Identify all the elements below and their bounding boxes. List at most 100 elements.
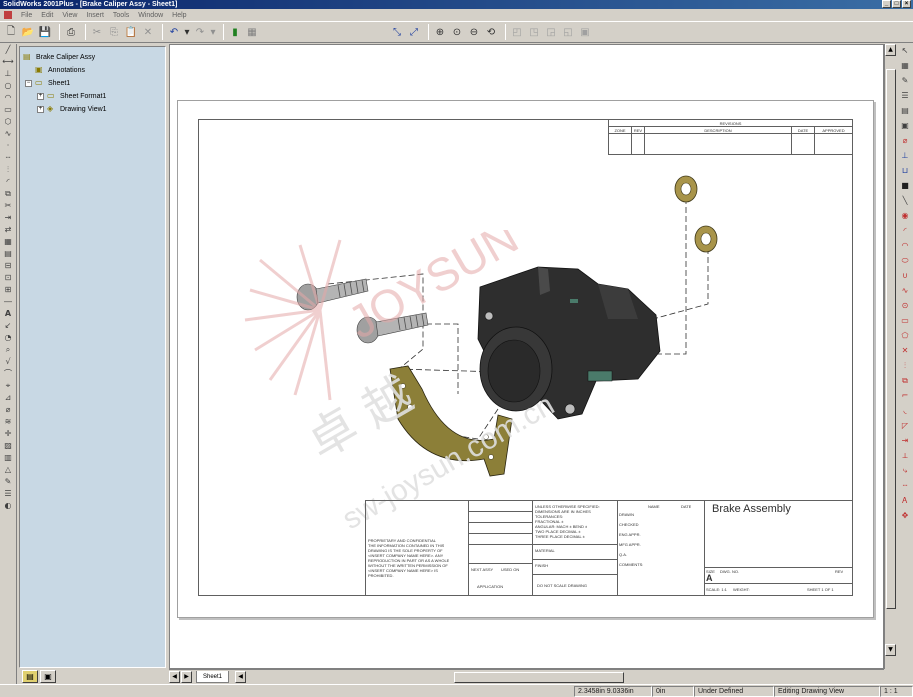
washer-1[interactable] bbox=[674, 175, 698, 203]
copy-icon[interactable]: ⎘ bbox=[107, 25, 121, 39]
split-icon[interactable]: ⟂ bbox=[899, 449, 912, 463]
polygon-icon[interactable]: ⬠ bbox=[899, 329, 912, 343]
view-top-icon[interactable]: ◳ bbox=[527, 25, 541, 39]
menu-edit[interactable]: Edit bbox=[41, 12, 53, 19]
arc-icon[interactable]: ◜ bbox=[899, 224, 912, 238]
section-tool-icon[interactable]: ⊟ bbox=[2, 260, 15, 271]
feature-manager-tab-icon[interactable]: ▤ bbox=[22, 670, 38, 683]
first-sheet-icon[interactable]: ◀ bbox=[169, 671, 180, 683]
line-icon[interactable]: ╲ bbox=[899, 194, 912, 208]
horizontal-scrollbar[interactable]: ◀ ▶ Sheet1 ◀ bbox=[169, 669, 884, 684]
note-tool-icon[interactable]: ✎ bbox=[2, 476, 15, 487]
text-icon[interactable]: Ꭺ bbox=[899, 494, 912, 508]
block-tool-icon[interactable]: ▤ bbox=[2, 248, 15, 259]
parabola-icon[interactable]: ∪ bbox=[899, 269, 912, 283]
menu-tools[interactable]: Tools bbox=[113, 12, 129, 19]
view-right-icon[interactable]: ◲ bbox=[544, 25, 558, 39]
move-icon[interactable]: ✥ bbox=[899, 509, 912, 523]
print-icon[interactable]: ⎙ bbox=[64, 25, 78, 39]
collapse-icon[interactable]: − bbox=[25, 79, 32, 87]
undo-icon[interactable]: ↶ bbox=[167, 25, 181, 39]
area-hatch-tool-icon[interactable]: ▨ bbox=[2, 440, 15, 451]
point-tool-icon[interactable]: · bbox=[2, 140, 15, 151]
rotate-icon[interactable]: ⟲ bbox=[484, 25, 498, 39]
trim-tool-icon[interactable]: ✂ bbox=[2, 200, 15, 211]
menu-file[interactable]: File bbox=[21, 12, 32, 19]
menu-view[interactable]: View bbox=[62, 12, 77, 19]
sketch-icon[interactable]: ✎ bbox=[899, 74, 912, 88]
trim-icon[interactable]: ⌐ bbox=[899, 389, 912, 403]
circle-icon[interactable]: ◉ bbox=[899, 209, 912, 223]
appearance-tool-icon[interactable]: ◐ bbox=[2, 500, 15, 511]
grid-tool-icon[interactable]: ▦ bbox=[2, 236, 15, 247]
delete-icon[interactable]: ✕ bbox=[141, 25, 155, 39]
convert-icon[interactable]: ⤷ bbox=[899, 464, 912, 478]
next-sheet-icon[interactable]: ▶ bbox=[181, 671, 192, 683]
rectangle-tool-icon[interactable]: ▭ bbox=[2, 104, 15, 115]
balloon-tool-icon[interactable]: ◔ bbox=[2, 332, 15, 343]
convert-tool-icon[interactable]: ⇄ bbox=[2, 224, 15, 235]
tree-item-annotations[interactable]: ▣ Annotations bbox=[35, 64, 85, 76]
zoom-area-icon[interactable]: ⊙ bbox=[450, 25, 464, 39]
layer-tool-icon[interactable]: ☰ bbox=[2, 488, 15, 499]
select-tool-icon[interactable]: ↖ bbox=[899, 44, 912, 58]
revision-tool-icon[interactable]: △ bbox=[2, 464, 15, 475]
dimension-tool-icon[interactable]: ⟷ bbox=[2, 56, 15, 67]
offset-tool-icon[interactable]: ⧉ bbox=[2, 188, 15, 199]
mirror-tool-icon[interactable]: ⫶ bbox=[2, 164, 15, 175]
tree-item-sheet-format[interactable]: + ▭ Sheet Format1 bbox=[37, 90, 106, 102]
spline-icon[interactable]: ∿ bbox=[899, 284, 912, 298]
property-manager-tab-icon[interactable]: ▣ bbox=[40, 670, 56, 683]
offset-icon[interactable]: ⧉ bbox=[899, 374, 912, 388]
line-tool-icon[interactable]: ╱ bbox=[2, 44, 15, 55]
redo-dropdown-icon[interactable]: ▾ bbox=[210, 25, 216, 39]
rectangle-icon[interactable]: ▭ bbox=[899, 314, 912, 328]
rebuild-icon[interactable]: ▮ bbox=[228, 25, 242, 39]
scroll-up-icon[interactable]: ▲ bbox=[885, 44, 896, 56]
grid-icon[interactable]: ▦ bbox=[899, 59, 912, 73]
weld-tool-icon[interactable]: ⌒ bbox=[2, 368, 15, 379]
text-tool-icon[interactable]: A bbox=[2, 308, 15, 319]
ordinate-icon[interactable]: ⊥ bbox=[899, 149, 912, 163]
spline-tool-icon[interactable]: ∿ bbox=[2, 128, 15, 139]
maximize-button[interactable]: □ bbox=[892, 0, 901, 8]
properties-icon[interactable]: ▤ bbox=[899, 104, 912, 118]
vertical-scrollbar[interactable]: ▲ ▼ bbox=[884, 44, 896, 669]
new-icon[interactable]: 🗋 bbox=[4, 25, 18, 39]
view-tool-icon[interactable]: ⊡ bbox=[2, 272, 15, 283]
menu-window[interactable]: Window bbox=[138, 12, 163, 19]
center-mark-tool-icon[interactable]: ✛ bbox=[2, 428, 15, 439]
polygon-tool-icon[interactable]: ⬡ bbox=[2, 116, 15, 127]
sheet-tab[interactable]: Sheet1 bbox=[196, 671, 230, 683]
arc-tool-icon[interactable]: ◠ bbox=[2, 92, 15, 103]
fillet-tool-icon[interactable]: ◜ bbox=[2, 176, 15, 187]
view-icon[interactable]: ▣ bbox=[899, 119, 912, 133]
horizontal-scroll-thumb[interactable] bbox=[454, 672, 624, 683]
options-icon[interactable]: ▦ bbox=[245, 25, 259, 39]
shaded-icon[interactable]: ▣ bbox=[578, 25, 592, 39]
cut-icon[interactable]: ✂ bbox=[90, 25, 104, 39]
vertical-scroll-thumb[interactable] bbox=[886, 69, 896, 609]
undo-dropdown-icon[interactable]: ▾ bbox=[184, 25, 190, 39]
relations-tool-icon[interactable]: ⊥ bbox=[2, 68, 15, 79]
ellipse-icon[interactable]: ⬭ bbox=[899, 254, 912, 268]
cosmetic-thread-tool-icon[interactable]: ≋ bbox=[2, 416, 15, 427]
search-icon[interactable]: ⌕ bbox=[2, 344, 15, 355]
scroll-left-icon[interactable]: ◀ bbox=[235, 671, 247, 683]
leader-tool-icon[interactable]: ↙ bbox=[2, 320, 15, 331]
point-icon[interactable]: ■ bbox=[899, 179, 912, 193]
tree-item-sheet1[interactable]: − ▭ Sheet1 bbox=[25, 77, 70, 89]
expand-icon[interactable]: + bbox=[37, 92, 44, 100]
extend-icon[interactable]: ⇥ bbox=[899, 434, 912, 448]
bolt-2[interactable] bbox=[356, 312, 429, 344]
circle-tool-icon[interactable]: ○ bbox=[2, 80, 15, 91]
app-menu-icon[interactable] bbox=[4, 11, 12, 19]
view-front-icon[interactable]: ◰ bbox=[510, 25, 524, 39]
tree-item-drawing-view[interactable]: + ◈ Drawing View1 bbox=[37, 103, 107, 115]
baseline-icon[interactable]: ⊔ bbox=[899, 164, 912, 178]
open-icon[interactable]: 📂 bbox=[21, 25, 35, 39]
washer-2[interactable] bbox=[694, 225, 718, 253]
mirror-icon[interactable]: ⫶ bbox=[899, 359, 912, 373]
centerline-tool-icon[interactable]: ┄ bbox=[2, 152, 15, 163]
menu-insert[interactable]: Insert bbox=[86, 12, 104, 19]
